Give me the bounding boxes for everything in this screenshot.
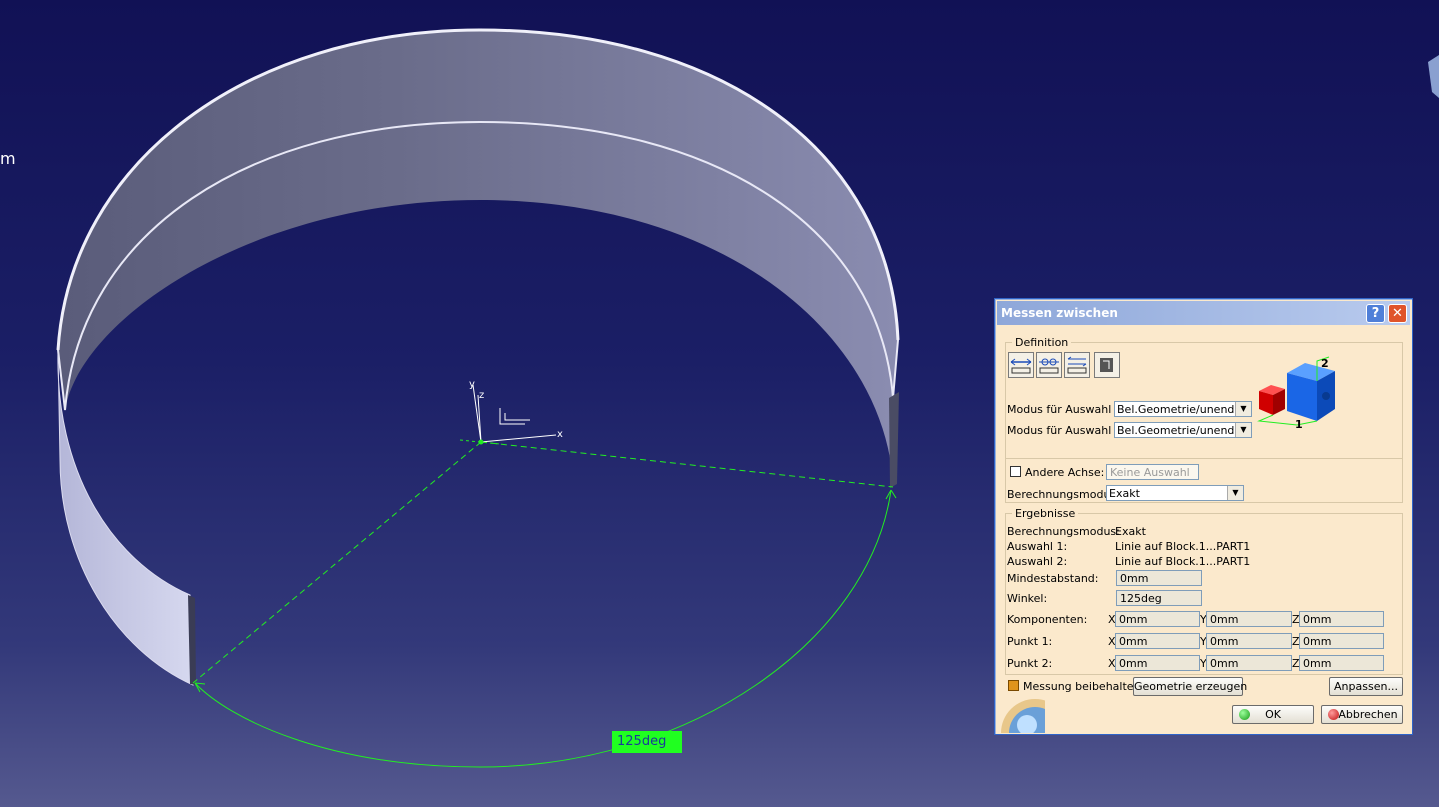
calc-mode-label: Berechnungsmodus: [1007,488,1120,501]
measure-item-tool-icon[interactable] [1094,352,1120,378]
sel1-value: Linie auf Block.1...PART1 [1115,540,1251,553]
results-label: Ergebnisse [1012,507,1079,520]
axis-triad [459,384,557,445]
point1-label: Punkt 1: [1007,635,1053,648]
angle-label: Winkel: [1007,592,1048,605]
point1-y-field[interactable]: 0mm [1206,633,1292,649]
create-geometry-button[interactable]: Geometrie erzeugen [1133,677,1247,696]
result-calc-mode-label: Berechnungsmodus: [1007,525,1120,538]
dialog-titlebar[interactable]: Messen zwischen ? ✕ [997,301,1410,325]
keep-measure-label: Messung beibehalten [1023,680,1141,693]
measure-chain-tool-icon[interactable] [1036,352,1062,378]
ring-outer-wall [57,349,194,686]
components-label: Komponenten: [1007,613,1088,626]
other-axis-label: Andere Achse: [1025,466,1105,479]
compass-icon [1428,55,1439,98]
angle-arc [194,489,892,768]
components-y-field[interactable]: 0mm [1206,611,1292,627]
other-axis-checkbox[interactable] [1010,466,1021,477]
chevron-down-icon[interactable]: ▼ [1235,402,1251,416]
angle-field[interactable]: 125deg [1116,590,1202,606]
customize-button[interactable]: Anpassen... [1329,677,1403,696]
svg-text:1: 1 [1295,418,1303,431]
measure-line-2 [192,441,482,684]
axis-x-label: x [557,429,563,440]
result-calc-mode-value: Exakt [1115,525,1146,538]
components-z-field[interactable]: 0mm [1299,611,1384,627]
measure-line-1 [480,441,894,488]
mode1-label: Modus für Auswahl 1: [1007,403,1126,416]
ring-end-right [889,392,899,488]
sel2-label: Auswahl 2: [1007,555,1068,568]
globe-icon [1001,699,1045,733]
axis-z-label: z [479,390,484,401]
dialog-title: Messen zwischen [1001,306,1118,320]
point1-z-field[interactable]: 0mm [1299,633,1384,649]
point2-z-field[interactable]: 0mm [1299,655,1384,671]
measure-fan-tool-icon[interactable] [1064,352,1090,378]
min-dist-label: Mindestabstand: [1007,572,1099,585]
keep-measure-checkbox[interactable] [1008,680,1019,691]
ok-button[interactable]: OK [1232,705,1314,724]
mode2-label: Modus für Auswahl 2: [1007,424,1126,437]
measure-preview-illustration: 2 1 [1257,356,1335,431]
axis-y-label: y [469,379,475,390]
mode1-select[interactable]: Bel.Geometrie/unendlich ▼ [1114,401,1252,417]
point1-x-field[interactable]: 0mm [1115,633,1200,649]
point2-label: Punkt 2: [1007,657,1053,670]
chevron-down-icon[interactable]: ▼ [1227,486,1243,500]
definition-divider [1006,458,1402,459]
help-button[interactable]: ? [1366,304,1385,323]
measure-between-tool-icon[interactable] [1008,352,1034,378]
point2-x-field[interactable]: 0mm [1115,655,1200,671]
cancel-icon [1328,709,1339,720]
chevron-down-icon[interactable]: ▼ [1235,423,1251,437]
measure-between-dialog: Messen zwischen ? ✕ Definition Modus für… [994,298,1413,735]
sel2-value: Linie auf Block.1...PART1 [1115,555,1251,568]
point2-y-field[interactable]: 0mm [1206,655,1292,671]
angle-annotation[interactable]: 125deg [612,731,682,753]
components-x-field[interactable]: 0mm [1115,611,1200,627]
edge-text: m [0,149,16,168]
definition-label: Definition [1012,336,1072,349]
other-axis-field[interactable]: Keine Auswahl [1106,464,1199,480]
svg-text:2: 2 [1321,357,1329,370]
cancel-button[interactable]: Abbrechen [1321,705,1403,724]
sel1-label: Auswahl 1: [1007,540,1068,553]
min-dist-field[interactable]: 0mm [1116,570,1202,586]
calc-mode-select[interactable]: Exakt ▼ [1106,485,1244,501]
ok-icon [1239,709,1250,720]
close-button[interactable]: ✕ [1388,304,1407,323]
mode2-select[interactable]: Bel.Geometrie/unendlich ▼ [1114,422,1252,438]
